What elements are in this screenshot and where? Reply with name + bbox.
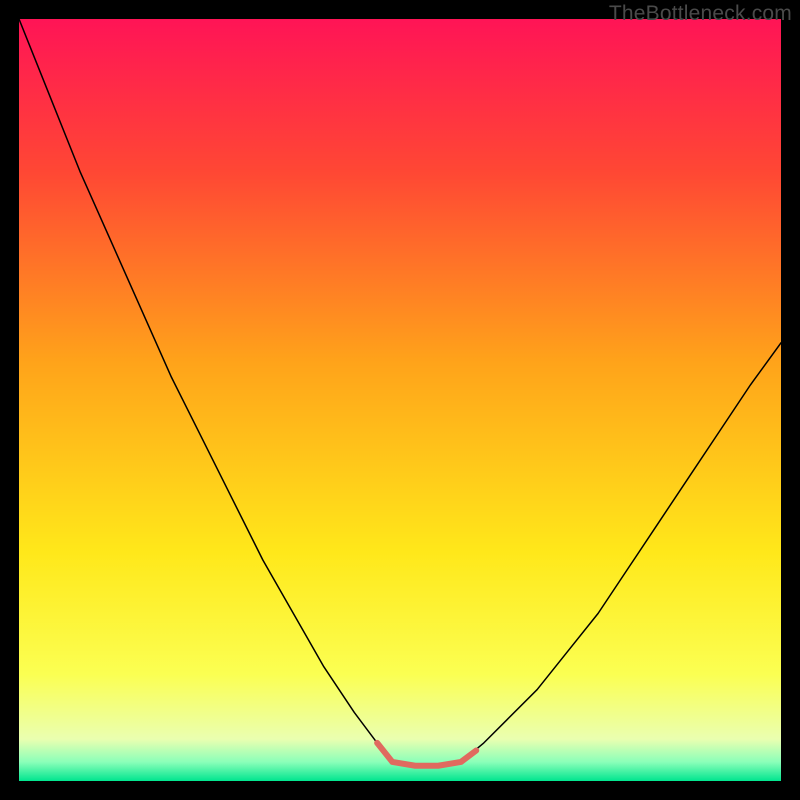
- watermark-text: TheBottleneck.com: [609, 2, 792, 26]
- bottleneck-chart: [19, 19, 781, 781]
- chart-frame: { "watermark": "TheBottleneck.com", "inn…: [0, 0, 800, 800]
- chart-background: [19, 19, 781, 781]
